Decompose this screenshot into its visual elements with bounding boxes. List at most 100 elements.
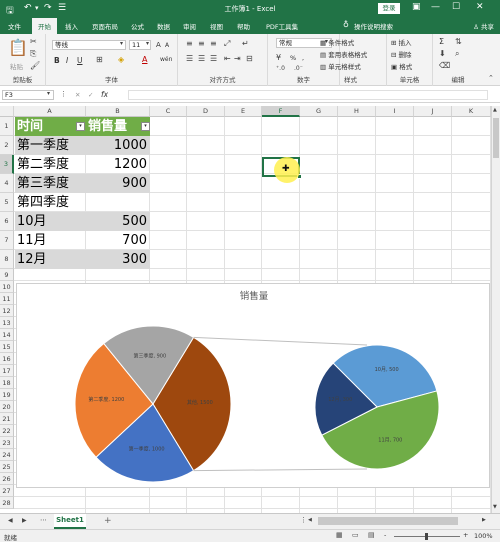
- row-header-28[interactable]: 28: [0, 497, 14, 509]
- wrap-text-icon[interactable]: ↵: [242, 39, 249, 48]
- row-header-15[interactable]: 15: [0, 341, 14, 353]
- row-header-8[interactable]: 8: [0, 250, 14, 269]
- column-header-d[interactable]: D: [187, 106, 225, 117]
- row-header-6[interactable]: 6: [0, 212, 14, 231]
- next-sheet-icon[interactable]: ▶: [22, 517, 27, 524]
- row-header-4[interactable]: 4: [0, 174, 14, 193]
- tab-file[interactable]: 文件: [8, 21, 21, 31]
- align-center-icon[interactable]: ☰: [198, 54, 205, 63]
- bold-button[interactable]: B: [54, 56, 60, 65]
- column-header-g[interactable]: G: [300, 106, 338, 117]
- tab-page-layout[interactable]: 页面布局: [92, 21, 118, 31]
- chevron-down-icon[interactable]: ▾: [120, 40, 123, 47]
- increase-indent-icon[interactable]: ⇥: [234, 54, 241, 63]
- row-header-26[interactable]: 26: [0, 473, 14, 485]
- fill-color-icon[interactable]: ◈: [118, 55, 124, 64]
- row-header-3[interactable]: 3: [0, 155, 14, 174]
- column-header-k[interactable]: K: [452, 106, 491, 117]
- select-all-button[interactable]: [0, 106, 14, 117]
- prev-sheet-icon[interactable]: ◀: [8, 517, 13, 524]
- vertical-scroll-thumb[interactable]: [493, 118, 499, 158]
- enter-button[interactable]: ✓: [88, 91, 93, 99]
- table-cell-sales[interactable]: [86, 193, 150, 212]
- row-header-12[interactable]: 12: [0, 305, 14, 317]
- normal-view-icon[interactable]: ▦: [336, 531, 343, 539]
- tab-view[interactable]: 视图: [210, 21, 223, 31]
- row-header-23[interactable]: 23: [0, 437, 14, 449]
- more-sheets-icon[interactable]: ⋯: [40, 516, 47, 524]
- italic-button[interactable]: I: [66, 56, 68, 65]
- row-header-22[interactable]: 22: [0, 425, 14, 437]
- column-header-h[interactable]: H: [338, 106, 376, 117]
- column-header-i[interactable]: I: [376, 106, 414, 117]
- merge-center-icon[interactable]: ⊟: [246, 54, 253, 63]
- tab-data[interactable]: 数据: [157, 21, 170, 31]
- phonetic-button[interactable]: wén: [160, 56, 172, 63]
- borders-icon[interactable]: ⊞: [96, 55, 103, 64]
- row-header-5[interactable]: 5: [0, 193, 14, 212]
- page-break-view-icon[interactable]: ▤: [368, 531, 375, 539]
- close-icon[interactable]: ✕: [476, 2, 484, 12]
- tab-formulas[interactable]: 公式: [131, 21, 144, 31]
- row-header-14[interactable]: 14: [0, 329, 14, 341]
- comma-button[interactable]: ,: [302, 54, 304, 62]
- row-header-17[interactable]: 17: [0, 365, 14, 377]
- page-layout-view-icon[interactable]: ▭: [352, 531, 359, 539]
- font-name-select[interactable]: 等线: [52, 40, 126, 50]
- conditional-formatting-button[interactable]: ▦ 条件格式: [320, 37, 354, 47]
- scroll-left-icon[interactable]: ◀: [308, 517, 312, 523]
- collapse-ribbon-icon[interactable]: ⌃: [488, 74, 494, 82]
- zoom-level[interactable]: 100%: [474, 532, 493, 540]
- table-cell-sales[interactable]: 900: [86, 174, 150, 193]
- pie-of-pie-chart[interactable]: 销售量 第一季度, 1000 第二季度, 1200 第三季度, 900 其他, 150…: [16, 283, 490, 488]
- table-cell-sales[interactable]: 1000: [86, 136, 150, 155]
- insert-cells-button[interactable]: ⊞ 插入: [391, 37, 412, 47]
- column-header-j[interactable]: J: [414, 106, 452, 117]
- currency-icon[interactable]: ¥: [276, 53, 281, 62]
- table-cell-time[interactable]: 12月: [15, 250, 86, 269]
- table-cell-time[interactable]: 第二季度: [15, 155, 86, 174]
- fill-icon[interactable]: ⬇: [439, 49, 446, 58]
- autosum-button[interactable]: Σ: [439, 37, 444, 46]
- column-header-a[interactable]: A: [14, 106, 86, 117]
- align-bottom-icon[interactable]: ≡: [210, 39, 217, 48]
- scroll-down-icon[interactable]: ▼: [493, 504, 497, 510]
- table-cell-time[interactable]: 11月: [15, 231, 86, 250]
- row-header-16[interactable]: 16: [0, 353, 14, 365]
- row-header-20[interactable]: 20: [0, 401, 14, 413]
- zoom-out-button[interactable]: -: [384, 531, 386, 539]
- zoom-slider-thumb[interactable]: [425, 533, 428, 540]
- formula-input[interactable]: [128, 90, 488, 100]
- column-header-f[interactable]: F: [262, 106, 300, 117]
- ribbon-display-icon[interactable]: ▣: [412, 2, 421, 12]
- chevron-down-icon[interactable]: ▾: [47, 90, 50, 97]
- format-as-table-button[interactable]: ▤ 套用表格格式: [320, 49, 367, 59]
- copy-icon[interactable]: ⎘: [30, 49, 36, 59]
- increase-font-button[interactable]: A: [156, 41, 161, 49]
- minimize-icon[interactable]: —: [431, 2, 440, 12]
- align-middle-icon[interactable]: ≡: [198, 39, 205, 48]
- table-cell-sales[interactable]: 1200: [86, 155, 150, 174]
- cancel-button[interactable]: ✕: [75, 91, 80, 99]
- tell-me-search[interactable]: 操作说明搜索: [354, 21, 393, 31]
- tab-review[interactable]: 审阅: [183, 21, 196, 31]
- row-header-1[interactable]: 1: [0, 117, 14, 136]
- tab-home[interactable]: 开始: [32, 18, 57, 34]
- column-header-b[interactable]: B: [86, 106, 150, 117]
- sort-filter-icon[interactable]: ⇅: [455, 37, 462, 46]
- row-header-2[interactable]: 2: [0, 136, 14, 155]
- table-cell-sales[interactable]: 500: [86, 212, 150, 231]
- paste-icon[interactable]: 📋: [8, 38, 28, 57]
- decrease-decimal-icon[interactable]: .0⁻: [294, 65, 303, 72]
- row-header-21[interactable]: 21: [0, 413, 14, 425]
- sheet-tab-sheet1[interactable]: Sheet1: [54, 514, 86, 529]
- tab-help[interactable]: 帮助: [237, 21, 250, 31]
- row-header-18[interactable]: 18: [0, 377, 14, 389]
- font-color-button[interactable]: A: [142, 55, 147, 64]
- share-button[interactable]: ♙ 共享: [473, 21, 494, 31]
- row-header-10[interactable]: 10: [0, 281, 14, 293]
- horizontal-scroll-thumb[interactable]: [318, 517, 458, 525]
- tab-insert[interactable]: 插入: [65, 21, 78, 31]
- table-cell-time[interactable]: 第一季度: [15, 136, 86, 155]
- tab-splitter-icon[interactable]: ⋮: [300, 516, 307, 524]
